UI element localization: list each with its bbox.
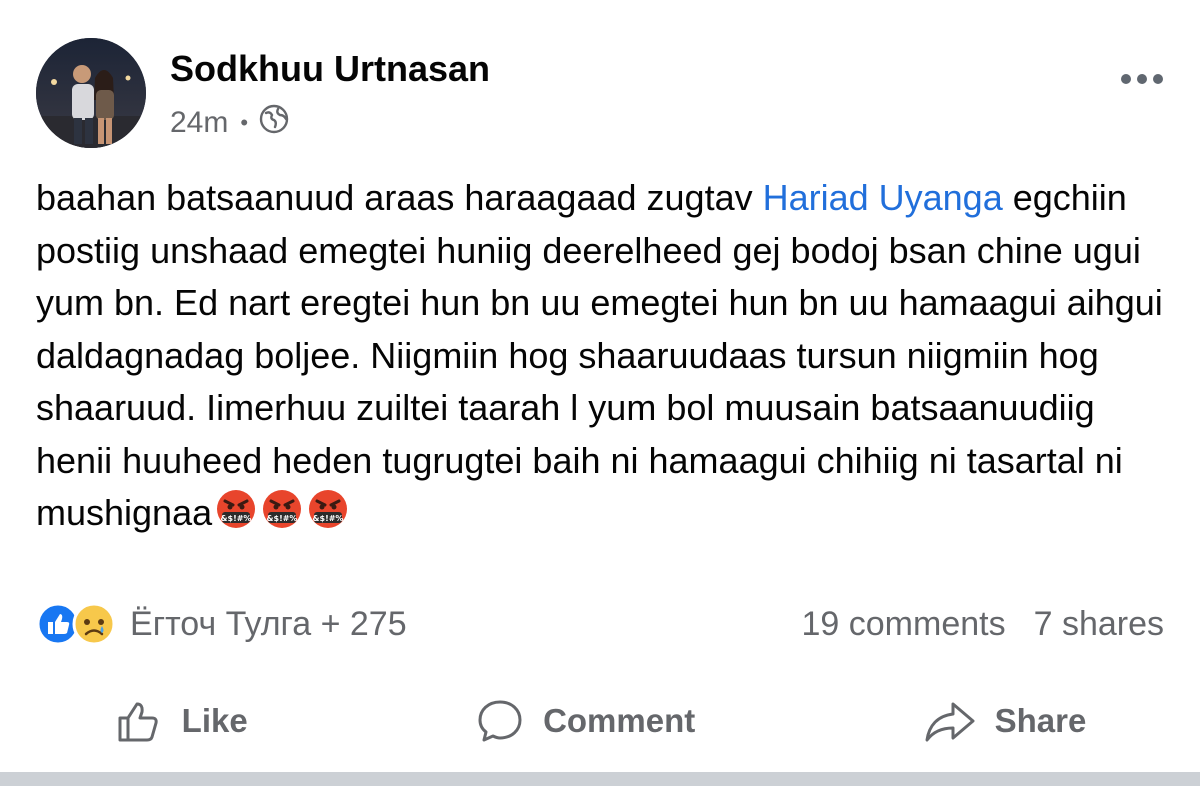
- author-avatar[interactable]: [36, 38, 146, 148]
- shares-count[interactable]: 7 shares: [1034, 605, 1164, 644]
- post-text-end: egchiin postiig unshaad emegtei huniig d…: [36, 177, 1163, 533]
- svg-text:&$!#%: &$!#%: [313, 514, 344, 523]
- reactions-summary[interactable]: Ёгточ Тулга + 275: [36, 602, 407, 646]
- angry-swearing-emoji-icon: &$!#%: [217, 490, 256, 528]
- comment-button[interactable]: Comment: [455, 696, 715, 746]
- action-bar: Like Comment Share: [0, 688, 1200, 754]
- like-button[interactable]: Like: [94, 696, 268, 746]
- engagement-counts: 19 comments 7 shares: [802, 605, 1165, 644]
- post-text-start: baahan batsaanuud araas haraagaad zugtav: [36, 177, 763, 218]
- comment-bubble-icon: [478, 700, 522, 742]
- globe-icon[interactable]: [258, 103, 290, 143]
- post-text: baahan batsaanuud araas haraagaad zugtav…: [36, 172, 1171, 540]
- reaction-icons: [36, 602, 116, 646]
- more-options-icon[interactable]: [1120, 52, 1164, 94]
- reactions-text: Ёгточ Тулга + 275: [130, 604, 407, 643]
- author-name[interactable]: Sodkhuu Urtnasan: [170, 48, 490, 90]
- svg-text:&$!#%: &$!#%: [267, 514, 298, 523]
- comment-label: Comment: [543, 702, 696, 739]
- comments-count[interactable]: 19 comments: [802, 605, 1006, 644]
- feed-divider: [0, 772, 1200, 786]
- post-stats: Ёгточ Тулга + 275 19 comments 7 shares: [36, 598, 1164, 650]
- svg-text:&$!#%: &$!#%: [221, 514, 252, 523]
- emoji-group: &$!#% &$!#% &$!#%: [216, 489, 348, 529]
- share-button[interactable]: Share: [903, 696, 1107, 746]
- post-timestamp[interactable]: 24m: [170, 106, 228, 140]
- thumbs-up-icon: [118, 702, 158, 742]
- share-label: Share: [994, 702, 1087, 739]
- angry-swearing-emoji-icon: &$!#%: [309, 490, 348, 528]
- meta-separator: •: [240, 110, 249, 135]
- post-meta: 24m •: [170, 103, 290, 143]
- angry-swearing-emoji-icon: &$!#%: [263, 490, 302, 528]
- sad-icon: [72, 602, 116, 646]
- mention-link[interactable]: Hariad Uyanga: [763, 177, 1003, 218]
- like-label: Like: [181, 702, 248, 739]
- share-arrow-icon: [925, 702, 975, 742]
